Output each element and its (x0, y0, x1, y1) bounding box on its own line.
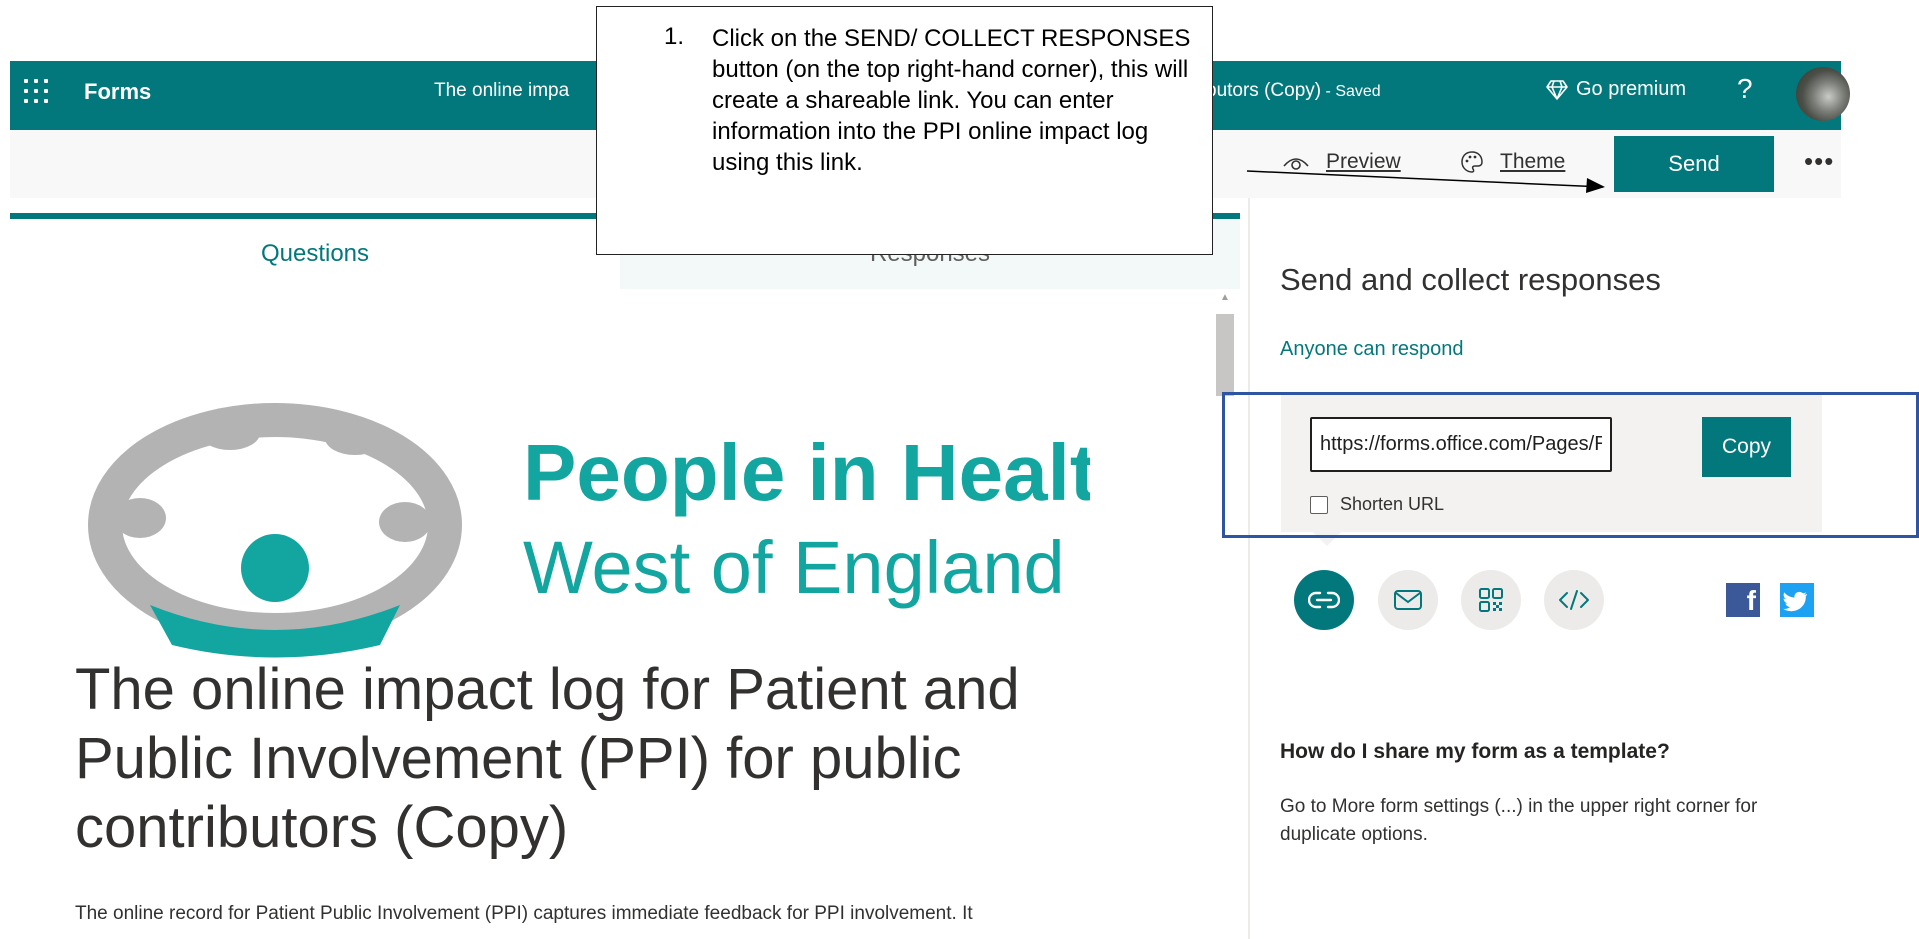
send-button[interactable]: Send (1614, 136, 1774, 192)
share-link-button[interactable] (1294, 570, 1354, 630)
logo-line-1: People in Health (523, 428, 1090, 517)
qr-code-icon (1479, 588, 1503, 612)
send-panel-heading: Send and collect responses (1280, 262, 1661, 297)
embed-code-icon (1559, 590, 1589, 610)
facebook-icon[interactable]: f (1726, 583, 1760, 617)
app-launcher-icon[interactable] (22, 77, 52, 107)
twitter-icon[interactable] (1780, 583, 1814, 617)
form-title-header-suffix: butors (Copy) (1206, 80, 1322, 101)
instruction-callout: 1. Click on the SEND/ COLLECT RESPONSES … (596, 6, 1213, 255)
faq-answer: Go to More form settings (...) in the up… (1280, 796, 1758, 845)
callout-text: Click on the SEND/ COLLECT RESPONSES but… (712, 25, 1191, 176)
avatar[interactable] (1796, 67, 1850, 121)
go-premium-label: Go premium (1576, 78, 1687, 100)
more-options-icon[interactable]: ••• (1804, 146, 1834, 177)
share-embed-button[interactable] (1544, 570, 1604, 630)
mail-icon (1394, 590, 1422, 610)
tab-questions[interactable]: Questions (10, 219, 620, 289)
highlight-box (1222, 392, 1919, 538)
pane-divider (1248, 198, 1250, 939)
form-description[interactable]: The online record for Patient Public Inv… (75, 903, 1075, 925)
scroll-up-icon[interactable]: ▲ (1216, 292, 1234, 308)
go-premium-button[interactable]: Go premium (1546, 78, 1686, 101)
diamond-icon (1546, 79, 1568, 100)
form-title-header-right: butors (Copy) - Saved (1206, 80, 1381, 102)
scrollbar-thumb[interactable] (1216, 314, 1234, 396)
form-logo-image: People in Health West of England (88, 403, 1090, 658)
logo-line-2: West of England (523, 526, 1065, 609)
app-name[interactable]: Forms (84, 79, 151, 105)
help-icon[interactable]: ? (1737, 73, 1753, 105)
link-icon (1308, 591, 1340, 609)
faq-question: How do I share my form as a template? (1280, 740, 1670, 763)
share-email-button[interactable] (1378, 570, 1438, 630)
callout-step-number: 1. (664, 23, 685, 50)
form-title-header-left: The online impa (434, 80, 570, 101)
audience-dropdown[interactable]: Anyone can respond (1280, 338, 1463, 361)
saved-status: - Saved (1321, 83, 1381, 100)
annotation-arrow (1246, 170, 1605, 193)
form-title[interactable]: The online impact log for Patient and Pu… (75, 655, 1075, 862)
share-qr-button[interactable] (1461, 570, 1521, 630)
